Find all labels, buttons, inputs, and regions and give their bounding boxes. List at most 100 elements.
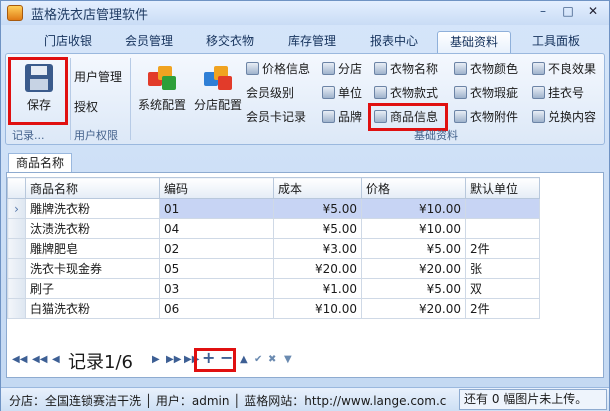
price-info-button[interactable]: 价格信息 (246, 60, 310, 78)
cell-price[interactable]: ¥10.00 (361, 198, 466, 219)
clothes-name-button[interactable]: 衣物名称 (374, 60, 438, 78)
gear-icon (322, 62, 335, 75)
cell-unit[interactable]: 2件 (465, 238, 540, 259)
gear-icon (454, 62, 467, 75)
cell-price[interactable]: ¥5.00 (361, 238, 466, 259)
status-bar: 分店：全国连锁赛洁干洗 │ 用户：admin │ 蓝格网站：http://www… (1, 387, 609, 411)
cell-unit[interactable]: 2件 (465, 298, 540, 319)
bad-effect-button[interactable]: 不良效果 (532, 60, 596, 78)
next-record-icon[interactable]: ▶ (152, 354, 160, 365)
record-navigator: ◀◀ ◀◀ ◀ 记录1/6 ▶ ▶▶ ▶▶ + − ▲ ✔ ✖ ▼ (6, 345, 602, 375)
product-table: 商品名称 编码 成本 价格 默认单位 › 雕牌洗衣粉 01 ¥5.00 ¥10.… (7, 177, 540, 319)
cell-cost[interactable]: ¥3.00 (273, 238, 362, 259)
tab-basic-data[interactable]: 基础资料 (437, 31, 511, 53)
row-header (7, 278, 26, 299)
confirm-edit-icon[interactable]: ✔ (254, 354, 262, 365)
cell-name[interactable]: 汰渍洗衣粉 (25, 218, 160, 239)
clothes-color-button[interactable]: 衣物颜色 (454, 60, 518, 78)
member-card-record-button[interactable]: 会员卡记录 (246, 108, 306, 126)
cell-price[interactable]: ¥20.00 (361, 258, 466, 279)
unit-button[interactable]: 单位 (322, 84, 362, 102)
prev-record-icon[interactable]: ◀ (52, 354, 60, 365)
cubes-icon (202, 64, 234, 92)
clothes-style-button[interactable]: 衣物款式 (374, 84, 438, 102)
cell-code[interactable]: 03 (159, 278, 274, 299)
col-header-code[interactable]: 编码 (159, 177, 274, 199)
table-row[interactable]: 汰渍洗衣粉 04 ¥5.00 ¥10.00 (7, 218, 540, 239)
cell-code[interactable]: 04 (159, 218, 274, 239)
branch-config-label: 分店配置 (193, 98, 242, 112)
brand-label: 品牌 (338, 110, 363, 124)
close-button[interactable]: ✕ (581, 3, 605, 21)
cell-price[interactable]: ¥5.00 (361, 278, 466, 299)
user-management-button[interactable]: 用户管理 (74, 68, 122, 86)
tab-cashier[interactable]: 门店收银 (29, 31, 107, 53)
member-level-button[interactable]: 会员级别 (246, 84, 294, 102)
clothes-name-label: 衣物名称 (390, 62, 439, 76)
cell-code[interactable]: 01 (159, 198, 274, 219)
cell-unit[interactable] (465, 198, 540, 219)
cell-name[interactable]: 洗衣卡现金券 (25, 258, 160, 279)
maximize-button[interactable]: □ (556, 3, 580, 21)
cell-unit[interactable] (465, 218, 540, 239)
gear-icon (322, 110, 335, 123)
app-logo-icon (7, 5, 23, 21)
row-header-corner (7, 177, 26, 199)
table-row[interactable]: › 雕牌洗衣粉 01 ¥5.00 ¥10.00 (7, 198, 540, 219)
cell-cost[interactable]: ¥10.00 (273, 298, 362, 319)
cancel-edit-icon[interactable]: ✖ (268, 354, 276, 365)
cell-name[interactable]: 白猫洗衣粉 (25, 298, 160, 319)
table-row[interactable]: 白猫洗衣粉 06 ¥10.00 ¥20.00 2件 (7, 298, 540, 319)
exchange-content-button[interactable]: 兑换内容 (532, 108, 596, 126)
col-header-price[interactable]: 价格 (361, 177, 466, 199)
cell-price[interactable]: ¥20.00 (361, 298, 466, 319)
table-row[interactable]: 洗衣卡现金券 05 ¥20.00 ¥20.00 张 (7, 258, 540, 279)
clothes-defect-button[interactable]: 衣物瑕疵 (454, 84, 518, 102)
tab-members[interactable]: 会员管理 (109, 31, 189, 53)
cell-name[interactable]: 雕牌洗衣粉 (25, 198, 160, 219)
tab-tools[interactable]: 工具面板 (517, 31, 595, 53)
price-icon (246, 62, 259, 75)
cell-cost[interactable]: ¥1.00 (273, 278, 362, 299)
tab-reports[interactable]: 报表中心 (355, 31, 433, 53)
highlight-add-remove (194, 348, 236, 372)
highlight-product-info (368, 103, 448, 131)
hanger-number-button[interactable]: 挂衣号 (532, 84, 584, 102)
col-header-name[interactable]: 商品名称 (25, 177, 160, 199)
tab-transfer[interactable]: 移交衣物 (191, 31, 269, 53)
cell-name[interactable]: 刷子 (25, 278, 160, 299)
filter-icon[interactable]: ▼ (284, 354, 292, 365)
authorize-button[interactable]: 授权 (74, 98, 98, 116)
cell-price[interactable]: ¥10.00 (361, 218, 466, 239)
gear-icon (532, 110, 545, 123)
tab-inventory[interactable]: 库存管理 (273, 31, 351, 53)
cell-code[interactable]: 02 (159, 238, 274, 259)
cell-code[interactable]: 06 (159, 298, 274, 319)
group-separator (70, 58, 71, 140)
cell-unit[interactable]: 张 (465, 258, 540, 279)
col-header-unit[interactable]: 默认单位 (465, 177, 540, 199)
next-page-icon[interactable]: ▶▶ (166, 354, 181, 365)
cell-cost[interactable]: ¥5.00 (273, 218, 362, 239)
cell-cost[interactable]: ¥5.00 (273, 198, 362, 219)
move-up-icon[interactable]: ▲ (240, 354, 248, 365)
brand-button[interactable]: 品牌 (322, 108, 362, 126)
cell-unit[interactable]: 双 (465, 278, 540, 299)
first-record-icon[interactable]: ◀◀ (12, 354, 27, 365)
cell-cost[interactable]: ¥20.00 (273, 258, 362, 279)
clothes-accessory-label: 衣物附件 (470, 110, 519, 124)
cell-name[interactable]: 雕牌肥皂 (25, 238, 160, 259)
table-row[interactable]: 雕牌肥皂 02 ¥3.00 ¥5.00 2件 (7, 238, 540, 259)
clothes-accessory-button[interactable]: 衣物附件 (454, 108, 518, 126)
document-tab-product-name[interactable]: 商品名称 (8, 153, 72, 173)
branch-config-button[interactable]: 分店配置 (190, 64, 246, 113)
col-header-cost[interactable]: 成本 (273, 177, 362, 199)
system-config-button[interactable]: 系统配置 (134, 64, 190, 113)
prev-page-icon[interactable]: ◀◀ (32, 354, 47, 365)
record-counter: 记录1/6 (68, 352, 133, 373)
cell-code[interactable]: 05 (159, 258, 274, 279)
minimize-button[interactable]: – (531, 3, 555, 21)
title-bar: 蓝格洗衣店管理软件 – □ ✕ (1, 1, 609, 25)
branch-button[interactable]: 分店 (322, 60, 362, 78)
table-row[interactable]: 刷子 03 ¥1.00 ¥5.00 双 (7, 278, 540, 299)
